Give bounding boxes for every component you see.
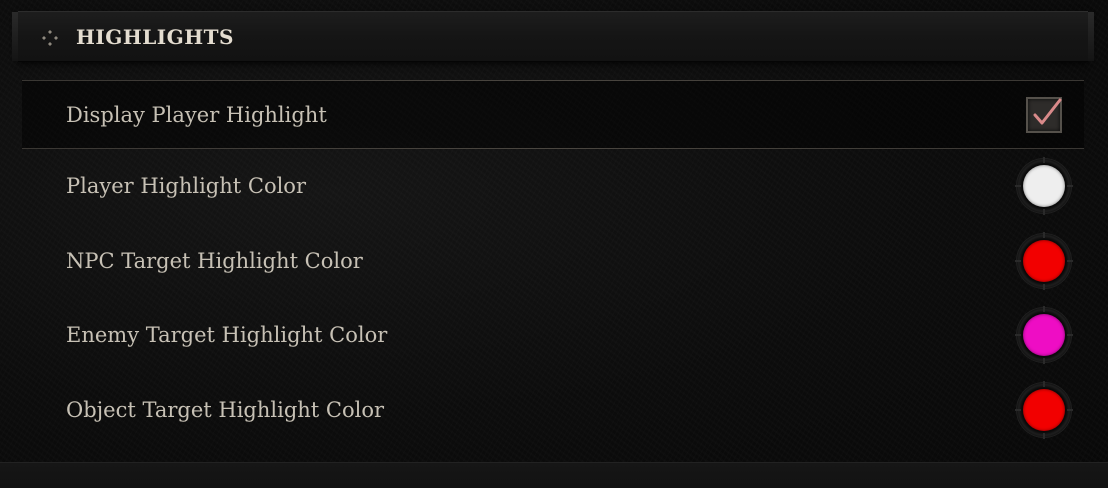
swatch-tick (1015, 333, 1021, 336)
swatch-tick (1067, 333, 1073, 336)
npc-target-highlight-color-picker[interactable] (1015, 231, 1073, 290)
swatch-tick (1067, 259, 1073, 262)
section-title: HIGHLIGHTS (76, 25, 234, 49)
npc-target-highlight-color-swatch (1023, 239, 1065, 282)
enemy-target-highlight-color-label: Enemy Target Highlight Color (66, 322, 388, 347)
swatch-tick (1043, 208, 1045, 215)
player-highlight-color-label: Player Highlight Color (66, 173, 306, 198)
header-left-cap (12, 12, 18, 61)
display-player-highlight-checkbox[interactable] (1026, 96, 1062, 133)
swatch-tick (1043, 305, 1045, 312)
swatch-tick (1015, 184, 1021, 187)
object-target-highlight-color-label: Object Target Highlight Color (66, 397, 385, 422)
swatch-tick (1015, 259, 1021, 262)
npc-target-highlight-color-label: NPC Target Highlight Color (66, 248, 363, 273)
swatch-tick (1043, 380, 1045, 387)
swatch-tick (1043, 156, 1045, 163)
next-section-header (0, 462, 1108, 488)
swatch-tick (1015, 408, 1021, 411)
header-right-cap (1088, 12, 1094, 61)
enemy-target-highlight-color-picker[interactable] (1015, 305, 1073, 364)
setting-row-display-player-highlight[interactable]: Display Player Highlight (22, 81, 1084, 148)
swatch-tick (1043, 357, 1045, 364)
diamond-cluster-icon (41, 29, 59, 47)
swatch-tick (1067, 408, 1073, 411)
swatch-tick (1043, 283, 1045, 290)
display-player-highlight-label: Display Player Highlight (66, 102, 327, 127)
swatch-tick (1043, 432, 1045, 439)
swatch-tick (1043, 231, 1045, 238)
player-highlight-color-swatch (1023, 164, 1065, 207)
checkmark-icon (1033, 98, 1062, 124)
section-header[interactable]: HIGHLIGHTS (12, 11, 1094, 62)
setting-row-npc-target-highlight-color[interactable]: NPC Target Highlight Color (22, 227, 1084, 294)
object-target-highlight-color-picker[interactable] (1015, 380, 1073, 439)
player-highlight-color-picker[interactable] (1015, 156, 1073, 215)
setting-row-object-target-highlight-color[interactable]: Object Target Highlight Color (22, 376, 1084, 443)
object-target-highlight-color-swatch (1023, 388, 1065, 431)
setting-row-player-highlight-color[interactable]: Player Highlight Color (22, 152, 1084, 219)
swatch-tick (1067, 184, 1073, 187)
enemy-target-highlight-color-swatch (1023, 313, 1065, 356)
setting-row-enemy-target-highlight-color[interactable]: Enemy Target Highlight Color (22, 301, 1084, 368)
divider-bottom (22, 148, 1084, 149)
